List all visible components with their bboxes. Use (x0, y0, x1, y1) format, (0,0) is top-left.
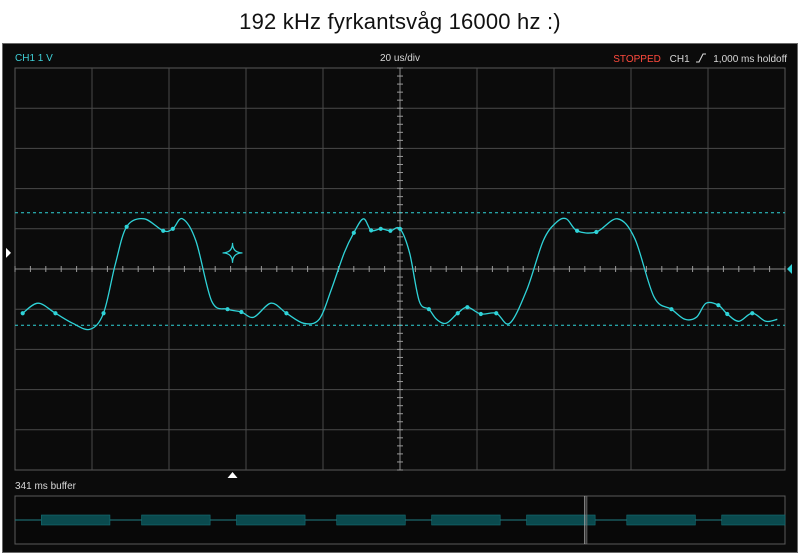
scope-display[interactable] (3, 44, 797, 552)
trigger-position-marker-icon[interactable] (227, 472, 238, 478)
buffer-segment (141, 514, 211, 526)
sample-point (716, 303, 721, 308)
sample-point (465, 305, 470, 310)
sample-point (161, 228, 166, 233)
sample-point (124, 224, 129, 229)
sample-point (575, 228, 580, 233)
sample-point (455, 311, 460, 316)
buffer-segment (721, 514, 786, 526)
sample-point (397, 226, 403, 231)
buffer-segment (236, 514, 306, 526)
sample-point (478, 311, 483, 317)
sample-point (388, 228, 393, 233)
sample-point (225, 307, 230, 312)
buffer-segment (336, 514, 406, 526)
sample-point (239, 309, 244, 315)
buffer-segment (626, 514, 696, 526)
sample-point (351, 230, 356, 235)
sample-point (378, 226, 383, 231)
buffer-segment (41, 514, 111, 526)
trigger-level-marker-icon[interactable] (787, 264, 792, 274)
page-title: 192 kHz fyrkantsvåg 16000 hz :) (239, 9, 561, 34)
channel-offset-marker-icon[interactable] (6, 247, 11, 258)
sample-point (750, 311, 755, 316)
sample-point (53, 311, 58, 316)
sample-point (20, 311, 25, 316)
sample-point (669, 307, 674, 312)
sample-point (170, 226, 175, 231)
oscilloscope-window: CH1 1 V 20 us/div STOPPED CH1 1,000 ms h… (2, 43, 798, 553)
sample-point (494, 311, 499, 316)
sample-point (426, 307, 431, 312)
sample-point (594, 229, 599, 235)
sample-point (101, 311, 106, 316)
buffer-segment (431, 514, 501, 526)
sample-point (369, 228, 374, 233)
sample-point (725, 311, 730, 317)
sample-point (284, 311, 289, 316)
